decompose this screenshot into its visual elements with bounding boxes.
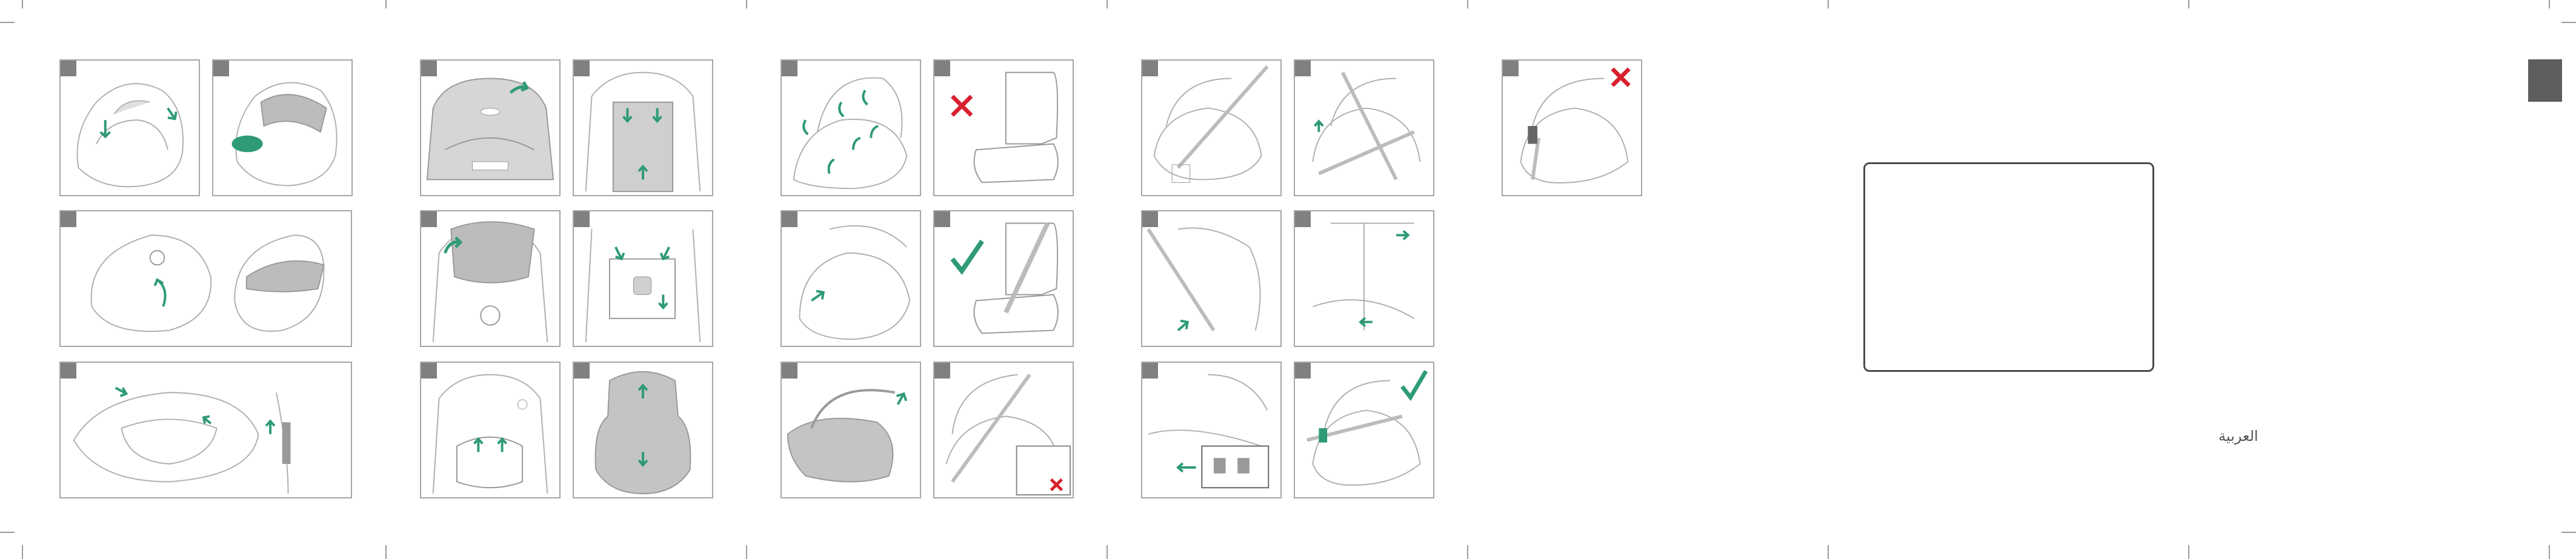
car-install-belt-icon: [1153, 65, 1269, 183]
seat-cover-arrows-icon: [76, 83, 184, 188]
seat-shell-arrow-icon: [426, 78, 554, 180]
shoulder-belt-icon: [1147, 227, 1261, 332]
belt-clip-detail-icon: [1148, 374, 1270, 489]
crop-mark: [22, 545, 23, 559]
blank-info-box: [1863, 162, 2154, 372]
crop-mark: [1467, 0, 1468, 8]
crop-mark: [22, 0, 23, 8]
crop-mark: [2188, 545, 2189, 559]
crop-mark: [385, 545, 387, 559]
panel-installed-ok: [1294, 362, 1434, 498]
belt-routing-wrong-icon: [945, 373, 1071, 496]
headrest-harness-icon: [585, 71, 701, 193]
panel-installed-wrong: [1502, 59, 1642, 196]
crop-mark: [2549, 0, 2550, 8]
panel-inlay-cushion: [573, 362, 713, 498]
inlay-cushion-icon: [594, 371, 691, 495]
panel-seat-shell: [420, 59, 561, 196]
crop-mark: [2561, 22, 2576, 23]
crop-mark: [2549, 545, 2550, 559]
panel-car-install-belt-2: [1294, 59, 1434, 196]
page-tab: [2528, 59, 2562, 102]
panel-belt-routing-wrong: [933, 362, 1074, 498]
crop-mark: [1107, 545, 1108, 559]
car-seat-wrong-icon: [951, 71, 1059, 184]
crop-mark: [1107, 0, 1108, 8]
language-label: العربية: [2218, 428, 2258, 445]
harness-pads-icon: [432, 374, 548, 494]
panel-carrier-handle: [780, 59, 921, 196]
crop-mark: [1467, 545, 1468, 559]
panel-shoulder-belt: [1141, 210, 1282, 347]
installed-ok-icon: [1306, 370, 1428, 486]
carrier-handle-arrows-icon: [793, 77, 908, 190]
seat-buckle-arrows-icon: [73, 386, 291, 494]
panel-seat-canopy: [212, 59, 353, 196]
panel-seat-cover: [59, 59, 200, 196]
crop-mark: [2188, 0, 2189, 8]
panel-belt-tension: [1294, 210, 1434, 347]
carrier-base-arrows-icon: [799, 225, 911, 340]
installed-wrong-icon: [1520, 67, 1631, 184]
harness-buckle-icon: [585, 229, 701, 343]
crop-mark: [746, 545, 747, 559]
carrier-handle-up-icon: [787, 389, 908, 483]
headrest-remove-icon: [432, 221, 548, 343]
crop-mark: [2561, 532, 2576, 533]
crop-mark: [385, 0, 387, 8]
panel-harness-pads: [420, 362, 561, 498]
canopy-unfold-icon: [90, 234, 325, 332]
car-seat-belt-ok-icon: [950, 222, 1059, 334]
belt-tension-icon: [1313, 222, 1415, 331]
panel-headrest-harness: [573, 59, 713, 196]
panel-belt-clip-detail: [1141, 362, 1282, 498]
crop-mark: [0, 532, 15, 533]
panel-canopy-unfold: [59, 210, 352, 347]
panel-carrier-handle-up: [780, 362, 921, 498]
crop-mark: [746, 0, 747, 8]
car-install-belt-2-icon: [1312, 71, 1421, 180]
panel-car-seat-belt-ok: [933, 210, 1074, 347]
crop-mark: [0, 22, 15, 23]
seat-canopy-pad-icon: [231, 82, 338, 187]
panel-car-install-belt: [1141, 59, 1282, 196]
panel-seat-buckle: [59, 362, 352, 498]
panel-carrier-base: [780, 210, 921, 347]
crop-mark: [1828, 545, 1829, 559]
panel-harness-buckle: [573, 210, 713, 347]
crop-mark: [1828, 0, 1829, 8]
panel-headrest-remove: [420, 210, 561, 347]
panel-car-seat-wrong: [933, 59, 1074, 196]
